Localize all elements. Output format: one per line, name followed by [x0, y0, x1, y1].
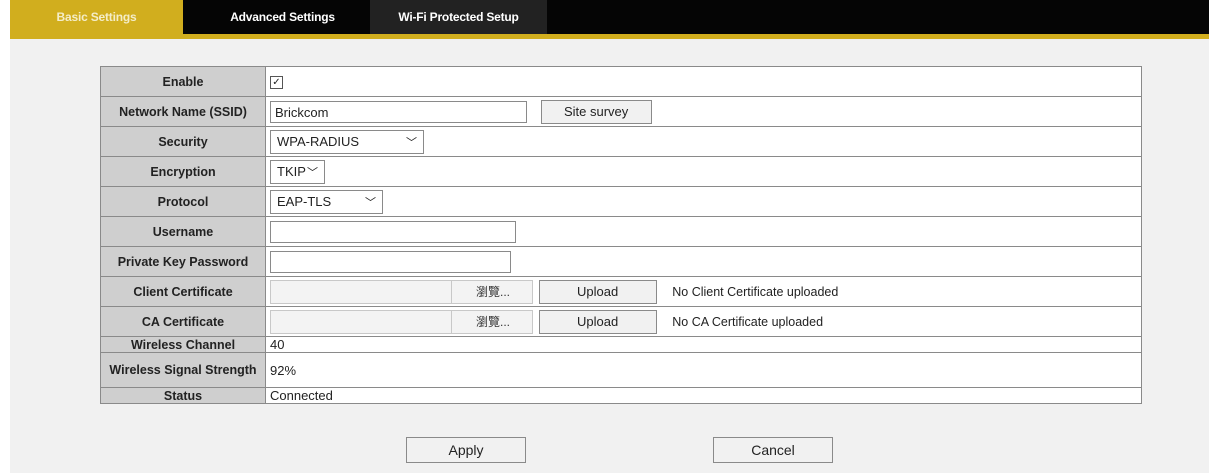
- username-input[interactable]: [270, 220, 516, 243]
- ca-certificate-file-input[interactable]: 瀏覽...: [270, 309, 534, 334]
- upload-client-certificate-button[interactable]: Upload: [538, 279, 657, 304]
- encryption-label: Encryption: [100, 156, 266, 187]
- client-certificate-status: No Client Certificate uploaded: [672, 284, 839, 299]
- protocol-select[interactable]: EAP-TLS ﹀: [270, 189, 383, 214]
- cancel-button[interactable]: Cancel: [713, 437, 833, 463]
- private-key-password-label: Private Key Password: [100, 246, 266, 277]
- apply-button[interactable]: Apply: [406, 437, 526, 463]
- browse-button[interactable]: 瀏覽...: [451, 310, 534, 333]
- enable-label: Enable: [100, 66, 266, 97]
- browse-button[interactable]: 瀏覽...: [451, 280, 534, 303]
- wireless-signal-strength-value: 92%: [265, 352, 1142, 388]
- client-certificate-file-input[interactable]: 瀏覽...: [270, 279, 534, 304]
- protocol-label: Protocol: [100, 186, 266, 217]
- chevron-down-icon: ﹀: [406, 136, 417, 149]
- wireless-channel-label: Wireless Channel: [100, 336, 266, 353]
- encryption-value: TKIP: [277, 163, 306, 179]
- private-key-password-input[interactable]: [270, 250, 511, 273]
- ssid-input[interactable]: Brickcom: [270, 100, 527, 123]
- tab-basic-settings[interactable]: Basic Settings: [10, 0, 183, 34]
- client-certificate-label: Client Certificate: [100, 276, 266, 307]
- ssid-label: Network Name (SSID): [100, 96, 266, 127]
- tab-advanced-settings[interactable]: Advanced Settings: [195, 0, 370, 34]
- upload-ca-certificate-button[interactable]: Upload: [538, 309, 657, 334]
- tab-wifi-protected-setup[interactable]: Wi-Fi Protected Setup: [370, 0, 547, 34]
- tab-bar: Basic Settings Advanced Settings Wi-Fi P…: [10, 0, 1209, 39]
- enable-checkbox[interactable]: ✓: [270, 76, 283, 90]
- encryption-select[interactable]: TKIP ﹀: [270, 159, 325, 184]
- wireless-signal-strength-label: Wireless Signal Strength: [100, 352, 266, 388]
- ca-certificate-label: CA Certificate: [100, 306, 266, 337]
- chevron-down-icon: ﹀: [307, 166, 318, 179]
- wireless-settings-table: Enable ✓ Network Name (SSID) Brickcom Si…: [100, 66, 1142, 404]
- site-survey-button[interactable]: Site survey: [540, 99, 652, 124]
- security-label: Security: [100, 126, 266, 157]
- wireless-channel-value: 40: [265, 336, 1142, 353]
- status-label: Status: [100, 387, 266, 404]
- security-select[interactable]: WPA-RADIUS ﹀: [270, 129, 424, 154]
- security-value: WPA-RADIUS: [277, 133, 360, 149]
- username-label: Username: [100, 216, 266, 247]
- status-value: Connected: [265, 387, 1142, 404]
- protocol-value: EAP-TLS: [277, 193, 332, 209]
- chevron-down-icon: ﹀: [365, 196, 376, 209]
- ca-certificate-status: No CA Certificate uploaded: [672, 314, 824, 329]
